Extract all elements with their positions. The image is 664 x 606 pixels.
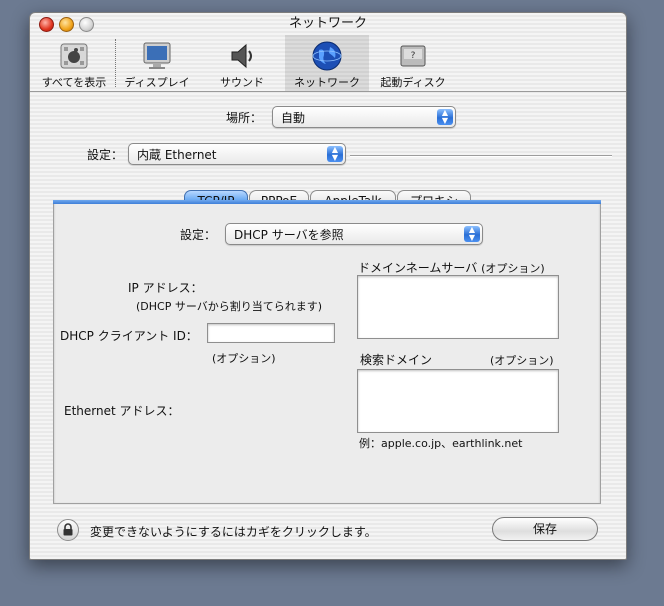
preferences-toolbar: すべてを表示 ディスプレイ サウンド ネットワーク ? 起動ディスク	[30, 35, 626, 92]
window-title: ネットワーク	[288, 16, 367, 31]
ip-address-note: (DHCP サーバから割り当てられます)	[136, 300, 323, 313]
display-icon	[141, 40, 173, 72]
search-domains-label: 検索ドメイン	[360, 353, 433, 367]
dhcp-client-id-input[interactable]	[207, 323, 335, 343]
location-popup[interactable]: 自動 ▲ ▼	[272, 106, 456, 128]
tab-panel-bar	[53, 200, 601, 204]
config-value: 内蔵 Ethernet	[137, 148, 217, 162]
save-button[interactable]: 保存	[492, 517, 598, 541]
toolbar-show-all[interactable]: すべてを表示	[36, 35, 112, 91]
location-value: 自動	[281, 111, 306, 125]
minimize-button[interactable]	[59, 17, 74, 32]
dns-servers-textarea[interactable]	[357, 275, 559, 339]
client-id-optional-note: (オプション)	[212, 352, 276, 365]
search-domains-optional-note: (オプション)	[490, 354, 554, 367]
network-preferences-window: ネットワーク すべてを表示 ディスプレイ サウンド ネットワーク ? 起動ディス…	[29, 12, 627, 560]
toolbar-label: サウンド	[220, 76, 264, 89]
toolbar-label: ディスプレイ	[124, 76, 190, 89]
config-popup[interactable]: 内蔵 Ethernet ▲ ▼	[128, 143, 346, 165]
search-domains-example: 例：apple.co.jp、earthlink.net	[359, 437, 523, 450]
toolbar-network[interactable]: ネットワーク	[285, 35, 369, 91]
popup-arrows-icon: ▲ ▼	[464, 226, 480, 242]
apple-prefs-icon	[58, 40, 90, 72]
toolbar-label: 起動ディスク	[380, 76, 446, 89]
config-label: 設定：	[87, 148, 124, 162]
disk-icon: ?	[397, 40, 429, 72]
configure-popup[interactable]: DHCP サーバを参照 ▲ ▼	[225, 223, 483, 245]
popup-arrows-icon: ▲ ▼	[327, 146, 343, 162]
location-label: 場所：	[226, 111, 263, 125]
search-domains-textarea[interactable]	[357, 369, 559, 433]
ip-address-label: IP アドレス：	[128, 281, 203, 295]
dns-label: ドメインネームサーバ (オプション)	[358, 259, 545, 276]
toolbar-sound[interactable]: サウンド	[206, 35, 278, 91]
speaker-icon	[226, 40, 258, 72]
svg-text:?: ?	[411, 51, 416, 61]
toolbar-separator	[115, 39, 116, 87]
configure-label: 設定：	[180, 228, 217, 242]
toolbar-label: すべてを表示	[41, 76, 107, 89]
save-button-label: 保存	[532, 522, 557, 536]
toolbar-display[interactable]: ディスプレイ	[120, 35, 194, 91]
popup-arrows-icon: ▲ ▼	[437, 109, 453, 125]
dns-label-text: ドメインネームサーバ	[358, 261, 478, 275]
title-bar[interactable]: ネットワーク	[30, 13, 626, 35]
ethernet-address-label: Ethernet アドレス：	[64, 404, 180, 418]
lock-message: 変更できないようにするにはカギをクリックします。	[90, 525, 377, 539]
globe-icon	[311, 40, 343, 72]
close-button[interactable]	[39, 17, 54, 32]
section-divider	[350, 155, 612, 157]
toolbar-label: ネットワーク	[294, 76, 360, 89]
toolbar-startup-disk[interactable]: ? 起動ディスク	[376, 35, 450, 91]
lock-button[interactable]	[57, 519, 79, 541]
dns-optional-note: (オプション)	[481, 262, 545, 275]
configure-value: DHCP サーバを参照	[234, 228, 344, 242]
dhcp-client-id-label: DHCP クライアント ID：	[60, 329, 198, 343]
zoom-button[interactable]	[79, 17, 94, 32]
lock-icon	[63, 523, 73, 536]
